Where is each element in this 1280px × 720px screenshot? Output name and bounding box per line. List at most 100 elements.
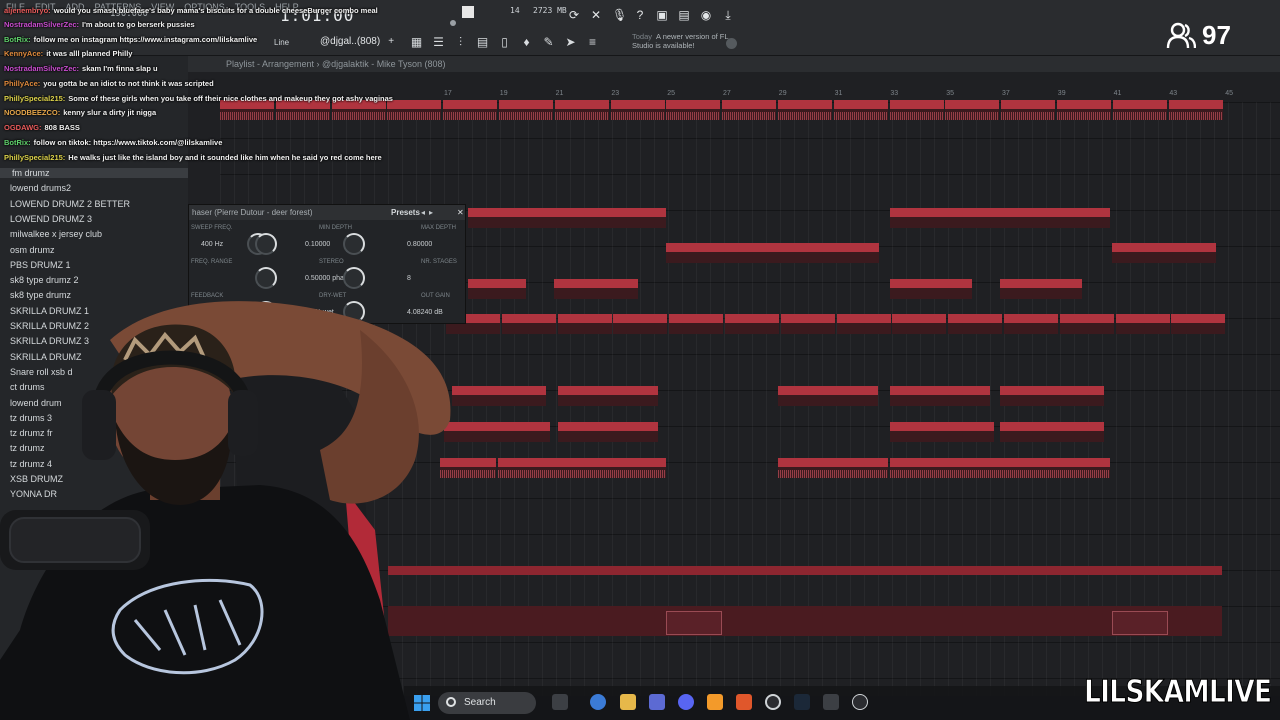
playlist-clip[interactable]: @djgal..[808] bbox=[554, 458, 610, 478]
playlist-clip[interactable]: noname bbox=[387, 100, 442, 120]
channel-rack-icon[interactable]: ☰ bbox=[432, 36, 445, 49]
playlist-clip[interactable]: noname bbox=[499, 100, 553, 120]
playlist-clip[interactable]: JERKHAT bbox=[452, 386, 546, 406]
plugin-knob[interactable] bbox=[343, 267, 365, 289]
browser-folder-item[interactable]: sk8 type drumz 2 bbox=[10, 275, 79, 285]
playlist-clip[interactable]: crash fade @prodbytoomorrow bbox=[890, 422, 994, 442]
browser-folder-item[interactable]: LOWEND DRUMZ 3 bbox=[10, 214, 92, 224]
playlist-clip[interactable]: @djgalaktik - Skrilla 2 [snare] bbox=[836, 314, 891, 334]
playlist-clip[interactable]: TR-707 Clap 6 bbox=[834, 243, 879, 263]
automation-point-region[interactable] bbox=[666, 611, 722, 635]
playlist-clip[interactable]: noname bbox=[1112, 100, 1167, 120]
playlist-clip[interactable]: @djgalaktik - Skrilla 2 [snare] bbox=[892, 314, 947, 334]
playlist-clip[interactable]: @djgalaktik - Skrilla 2 [snare] bbox=[948, 314, 1003, 334]
playlist-clip[interactable]: noname bbox=[945, 100, 1000, 120]
playlist-clip[interactable]: noname bbox=[1001, 100, 1056, 120]
app-icon[interactable] bbox=[823, 694, 839, 710]
playlist-clip[interactable]: JERKHAT bbox=[778, 386, 878, 406]
playlist-clip[interactable]: noname bbox=[833, 100, 888, 120]
steam-icon[interactable] bbox=[794, 694, 810, 710]
playlist-clip[interactable]: TR-707 Clap 6 bbox=[666, 243, 722, 263]
chat-icon[interactable]: ◉ bbox=[700, 8, 712, 22]
stop-button[interactable] bbox=[462, 6, 474, 18]
playlist-clip[interactable]: noname bbox=[331, 100, 386, 120]
playlist-clip[interactable]: @djgalaktik - Skrilla 2 [snare] bbox=[725, 314, 779, 334]
playlist-clip[interactable]: @djgal..[808] bbox=[890, 458, 946, 478]
piano-roll-icon[interactable]: ▤ bbox=[476, 36, 489, 49]
preset-nav-icon[interactable]: ◂▸ bbox=[421, 205, 437, 220]
automation-point-region[interactable] bbox=[1112, 611, 1168, 635]
playlist-clip[interactable]: TR-707 Clap 6 #2 bbox=[468, 208, 666, 228]
obs-icon[interactable] bbox=[765, 694, 781, 710]
browser-icon[interactable]: ▯ bbox=[498, 36, 511, 49]
news-globe-icon[interactable] bbox=[726, 38, 737, 49]
playlist-clip[interactable]: crash fade @prodbytoomorrow bbox=[1000, 422, 1104, 442]
store-icon[interactable] bbox=[649, 694, 665, 710]
file-explorer-icon[interactable] bbox=[620, 694, 636, 710]
playlist-clip[interactable]: noname bbox=[275, 100, 330, 120]
playlist-clip[interactable]: @djgalaktik - Skrilla 2 [snare] bbox=[613, 314, 668, 334]
browser-folder-item[interactable]: milwalkee x jersey club bbox=[10, 229, 102, 239]
browser-folder-item[interactable]: sk8 type drumz bbox=[10, 290, 71, 300]
mixer-window-icon[interactable]: ⫶ bbox=[454, 36, 467, 49]
playlist-clip[interactable]: noname bbox=[1057, 100, 1111, 120]
playlist-clip[interactable]: noname bbox=[1168, 100, 1223, 120]
automation-clip-header[interactable] bbox=[388, 566, 1222, 575]
playlist-clip[interactable]: @djgal..[808] bbox=[1002, 458, 1058, 478]
plugin-knob[interactable] bbox=[255, 267, 277, 289]
playlist-clip[interactable]: @djgalaktik - Skrilla 2 [snare] bbox=[1171, 314, 1226, 334]
playlist-clip[interactable]: @djgalaktik - Skrilla 2 [snare] bbox=[780, 314, 835, 334]
pattern-selector[interactable]: @djgal..(808) + bbox=[320, 36, 394, 47]
browser-folder-item[interactable]: fm drumz bbox=[0, 168, 188, 178]
playlist-clip[interactable]: @djgalaktik - Skrilla 2 [snare] bbox=[1004, 314, 1058, 334]
close-icon[interactable]: ✕ bbox=[457, 205, 464, 220]
metronome-icon[interactable]: ✕ bbox=[590, 8, 602, 22]
add-pattern-icon[interactable]: + bbox=[388, 36, 394, 47]
browser-folder-item[interactable]: LOWEND DRUMZ 2 BETTER bbox=[10, 199, 130, 209]
playlist-clip[interactable]: TR-707 Clap 6 bbox=[722, 243, 778, 263]
playlist-clip[interactable]: noname bbox=[778, 100, 832, 120]
menu-icon[interactable]: ≡ bbox=[586, 36, 599, 49]
playlist-clip[interactable]: TR-707 Clap 6 #2 bbox=[890, 208, 1000, 228]
news-panel[interactable]: Today A newer version of FL Studio is ava… bbox=[632, 32, 732, 50]
presets-button[interactable]: Presets bbox=[391, 205, 420, 220]
snap-mode[interactable]: Line bbox=[274, 38, 289, 47]
playlist-clip[interactable]: @djgal..[808] bbox=[498, 458, 554, 478]
playlist-clip[interactable]: Perc 9 bbox=[1000, 279, 1082, 299]
playlist-clip[interactable]: JERKHAT bbox=[558, 386, 658, 406]
playlist-clip[interactable]: TR-707 Clap 6 bbox=[1112, 243, 1216, 263]
discord-icon[interactable] bbox=[678, 694, 694, 710]
playlist-icon[interactable]: ▦ bbox=[410, 36, 423, 49]
playlist-clip[interactable]: Perc 9 bbox=[468, 279, 526, 299]
copilot-icon[interactable] bbox=[590, 694, 606, 710]
playlist-clip[interactable]: @djgalaktik - Skrilla 2 [snare] bbox=[557, 314, 612, 334]
playlist-clip[interactable]: @djgalaktik - Skrilla 2 [snare] bbox=[1115, 314, 1170, 334]
plugin-knob[interactable] bbox=[255, 233, 277, 255]
loop-icon[interactable]: ⟳ bbox=[568, 8, 580, 22]
playlist-clip[interactable]: @djgal..[808] bbox=[1058, 458, 1110, 478]
playlist-clip[interactable]: @djgalaktik - Skrilla 2 [snare] bbox=[669, 314, 724, 334]
browser-folder-item[interactable]: PBS DRUMZ 1 bbox=[10, 260, 71, 270]
playlist-clip[interactable]: noname bbox=[443, 100, 498, 120]
plugin-header[interactable]: haser (Pierre Dutour - deer forest) Pres… bbox=[189, 205, 465, 220]
playlist-clip[interactable]: JERKHAT bbox=[890, 386, 990, 406]
mixer-icon[interactable]: ▤ bbox=[678, 8, 690, 22]
playlist-clip[interactable]: @djgal..[808] bbox=[610, 458, 666, 478]
save-icon[interactable]: ▣ bbox=[656, 8, 668, 22]
brave-icon[interactable] bbox=[736, 694, 752, 710]
download-icon[interactable]: ⤓ bbox=[722, 8, 734, 22]
playlist-clip[interactable]: crash fade @prodbytoomorrow bbox=[558, 422, 658, 442]
browser-folder-item[interactable]: lowend drums2 bbox=[10, 183, 71, 193]
playlist-clip[interactable]: @djgalaktik - Skrilla 2 [snare] bbox=[1059, 314, 1114, 334]
record-button[interactable] bbox=[450, 20, 456, 26]
playlist-clip[interactable]: noname bbox=[666, 100, 721, 120]
playlist-clip[interactable]: TR-707 Clap 6 bbox=[778, 243, 834, 263]
playlist-clip[interactable]: noname bbox=[610, 100, 665, 120]
fl-studio-icon[interactable] bbox=[707, 694, 723, 710]
playlist-clip[interactable]: noname bbox=[554, 100, 609, 120]
playlist-clip[interactable]: @djgalaktik - Skrilla 2 [snare] bbox=[501, 314, 556, 334]
wrench-icon[interactable]: ➤ bbox=[564, 36, 577, 49]
browser-folder-item[interactable]: osm drumz bbox=[10, 245, 55, 255]
mic-icon[interactable]: 🎙 bbox=[612, 8, 627, 22]
playlist-clip[interactable]: @djgal..[808] bbox=[946, 458, 1002, 478]
